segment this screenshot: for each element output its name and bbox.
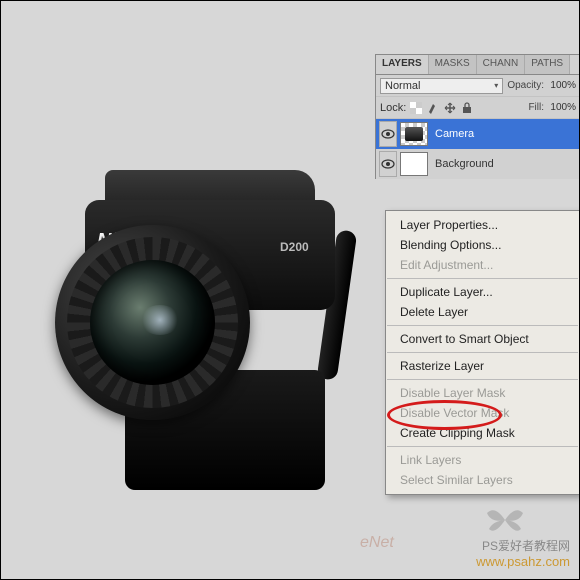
camera-model-label: D200 [280,240,309,254]
fill-label: Fill: [528,102,544,113]
opacity-value[interactable]: 100% [548,80,576,91]
menu-item-disable-layer-mask: Disable Layer Mask [386,383,579,403]
tab-masks[interactable]: MASKS [429,55,477,74]
watermark-text: PS爱好者教程网 www.psahz.com [476,538,570,570]
menu-item-duplicate-layer[interactable]: Duplicate Layer... [386,282,579,302]
menu-separator [387,379,578,380]
canvas-area: Nikon D200 [30,120,365,490]
tab-layers[interactable]: LAYERS [376,55,429,74]
blend-mode-select[interactable]: Normal [380,78,503,94]
lock-all-icon[interactable] [461,102,473,114]
camera-lens [55,225,250,420]
visibility-toggle[interactable] [379,121,397,147]
menu-item-rasterize-layer[interactable]: Rasterize Layer [386,356,579,376]
watermark-enet: eNet [360,534,394,552]
panel-tabs: LAYERS MASKS CHANN PATHS [376,55,580,75]
watermark-line1: PS爱好者教程网 [476,538,570,554]
tab-paths[interactable]: PATHS [525,55,570,74]
layer-row-background[interactable]: Background [376,149,580,179]
layer-name: Background [431,158,494,170]
menu-item-delete-layer[interactable]: Delete Layer [386,302,579,322]
tab-channels[interactable]: CHANN [477,55,526,74]
visibility-toggle[interactable] [379,151,397,177]
menu-item-create-clipping-mask[interactable]: Create Clipping Mask [386,423,579,443]
menu-item-convert-to-smart-object[interactable]: Convert to Smart Object [386,329,579,349]
lock-label: Lock: [380,102,406,114]
menu-item-link-layers: Link Layers [386,450,579,470]
layers-list: Camera Background [376,119,580,179]
opacity-label: Opacity: [507,80,544,91]
menu-separator [387,446,578,447]
lock-icons [410,102,473,114]
menu-separator [387,352,578,353]
menu-separator [387,325,578,326]
layer-row-camera[interactable]: Camera [376,119,580,149]
lens-glass [90,260,215,385]
layer-thumbnail[interactable] [400,152,428,176]
menu-separator [387,278,578,279]
layer-name: Camera [431,128,474,140]
blend-mode-value: Normal [385,80,420,92]
menu-item-layer-properties[interactable]: Layer Properties... [386,215,579,235]
butterfly-icon [485,505,525,540]
context-menu: Layer Properties...Blending Options...Ed… [385,210,580,495]
camera-image: Nikon D200 [85,170,315,480]
fill-value[interactable]: 100% [548,102,576,113]
menu-item-disable-vector-mask: Disable Vector Mask [386,403,579,423]
lock-pixels-icon[interactable] [427,102,439,114]
blend-opacity-row: Normal Opacity: 100% [376,75,580,97]
lock-transparency-icon[interactable] [410,102,422,114]
lens-highlight [140,305,180,335]
menu-item-blending-options[interactable]: Blending Options... [386,235,579,255]
layers-panel: LAYERS MASKS CHANN PATHS Normal Opacity:… [375,54,580,179]
lock-fill-row: Lock: Fill: 100% [376,97,580,119]
menu-item-select-similar-layers: Select Similar Layers [386,470,579,490]
layer-thumbnail[interactable] [400,122,428,146]
menu-item-edit-adjustment: Edit Adjustment... [386,255,579,275]
lock-position-icon[interactable] [444,102,456,114]
watermark-line2: www.psahz.com [476,554,570,570]
